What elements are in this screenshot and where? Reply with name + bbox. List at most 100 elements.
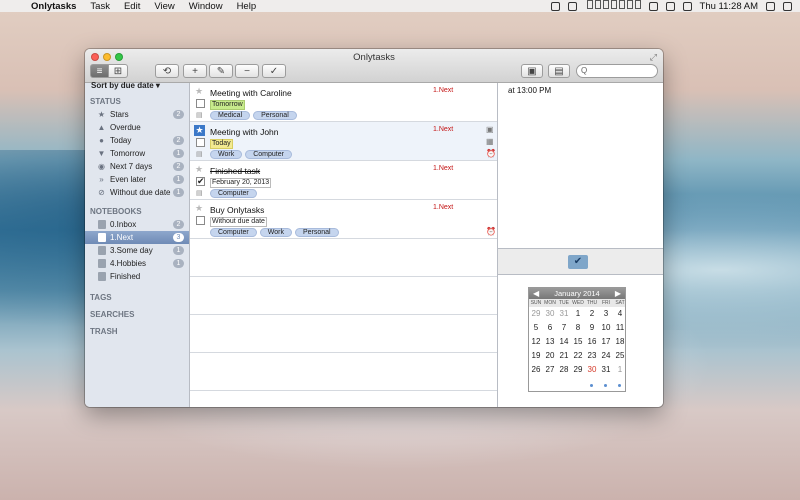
calendar-day[interactable]: 22 <box>571 349 585 363</box>
calendar-day[interactable]: 25 <box>613 349 627 363</box>
task-checkbox[interactable] <box>196 216 205 225</box>
sort-menu[interactable]: Sort by due date ▾ <box>85 81 189 92</box>
menu-help[interactable]: Help <box>237 1 257 12</box>
sidebar-item-overdue[interactable]: ▲ Overdue <box>85 121 189 134</box>
calendar-day[interactable]: 3 <box>599 307 613 321</box>
task-row[interactable]: ★ ▤ Meeting with Caroline 1.Next Tomorro… <box>190 83 497 122</box>
sidebar-item-next-7-days[interactable]: ◉ Next 7 days 2 <box>85 160 189 173</box>
add-task-button[interactable]: + <box>183 64 207 78</box>
fullscreen-icon[interactable]: ⤢ <box>650 52 657 63</box>
star-icon[interactable]: ★ <box>195 86 203 97</box>
tag[interactable]: Medical <box>210 111 251 120</box>
task-row[interactable]: ★ Buy Onlytasks 1.Next Without due date … <box>190 200 497 239</box>
calendar-day[interactable]: 13 <box>543 335 557 349</box>
wifi-icon[interactable] <box>648 1 658 11</box>
key-icon[interactable] <box>550 1 560 11</box>
calendar-day[interactable]: 28 <box>557 363 571 377</box>
status-header[interactable]: STATUS <box>85 97 189 108</box>
tag[interactable]: Computer <box>245 150 292 159</box>
calendar-day[interactable]: 19 <box>529 349 543 363</box>
tag[interactable]: Computer <box>210 189 257 198</box>
calendar-day[interactable]: 2 <box>585 307 599 321</box>
calendar-day[interactable]: 15 <box>571 335 585 349</box>
calendar-day[interactable]: 6 <box>543 321 557 335</box>
star-icon[interactable]: ★ <box>195 203 203 214</box>
task-row[interactable]: ★ ▤ Meeting with John 1.Next Today Work … <box>190 122 497 161</box>
calendar-day[interactable]: 21 <box>557 349 571 363</box>
sidebar-item-stars[interactable]: ★ Stars 2 <box>85 108 189 121</box>
volume-icon[interactable] <box>665 1 675 11</box>
next-month-icon[interactable]: ▶ <box>615 288 621 299</box>
sync-button[interactable]: ⟲ <box>155 64 179 78</box>
calendar-day[interactable]: 5 <box>529 321 543 335</box>
trash-header[interactable]: TRASH <box>85 327 189 338</box>
sidebar-item-next[interactable]: 1.Next 3 <box>85 231 189 244</box>
calendar-day[interactable]: 12 <box>529 335 543 349</box>
star-icon[interactable]: ★ <box>195 164 203 175</box>
calendar-day[interactable]: 18 <box>613 335 627 349</box>
calendar-day[interactable]: 7 <box>557 321 571 335</box>
calendar-day-today[interactable]: 30 <box>585 363 599 377</box>
star-icon[interactable]: ★ <box>194 125 205 136</box>
calendar-day[interactable]: 30 <box>543 307 557 321</box>
task-checkbox[interactable]: ✔ <box>196 177 205 186</box>
sidebar-item-tomorrow[interactable]: ▼ Tomorrow 1 <box>85 147 189 160</box>
task-checkbox[interactable] <box>196 99 205 108</box>
sidebar-item-finished[interactable]: Finished <box>85 270 189 283</box>
calendar-day[interactable]: 14 <box>557 335 571 349</box>
calendar-day[interactable]: 8 <box>571 321 585 335</box>
battery-icon[interactable] <box>682 1 692 11</box>
menu-edit[interactable]: Edit <box>124 1 140 12</box>
prev-month-icon[interactable]: ◀ <box>533 288 539 299</box>
folder-icon[interactable]: ✔ <box>568 255 588 269</box>
tag[interactable]: Work <box>259 228 292 237</box>
menu-task[interactable]: Task <box>90 1 110 12</box>
calendar-day[interactable]: 31 <box>557 307 571 321</box>
calendar-day[interactable]: 11 <box>613 321 627 335</box>
task-checkbox[interactable] <box>196 138 205 147</box>
tag[interactable]: Computer <box>210 228 257 237</box>
calendar-day[interactable]: 27 <box>543 363 557 377</box>
spotlight-icon[interactable] <box>766 1 775 11</box>
calendar-day[interactable]: 24 <box>599 349 613 363</box>
sidebar-item-without-due-date[interactable]: ⊘ Without due date 1 <box>85 186 189 199</box>
tag[interactable]: Personal <box>294 228 339 237</box>
grid-view-button[interactable]: ⊞ <box>109 64 128 78</box>
calendar-day[interactable]: 29 <box>571 363 585 377</box>
search-input[interactable]: Q <box>576 64 658 78</box>
complete-task-button[interactable]: ✓ <box>262 64 286 78</box>
briefcase-icon[interactable] <box>567 1 577 11</box>
calendar-day[interactable]: 4 <box>613 307 627 321</box>
calendar-day[interactable]: 17 <box>599 335 613 349</box>
task-detail-pane[interactable]: at 13:00 PM <box>498 83 663 249</box>
calendar-day[interactable]: 10 <box>599 321 613 335</box>
calendar-day[interactable]: 1 <box>571 307 585 321</box>
calendar-day[interactable]: 26 <box>529 363 543 377</box>
edit-task-button[interactable]: ✎ <box>209 64 233 78</box>
menu-window[interactable]: Window <box>189 1 223 12</box>
sidebar-item-today[interactable]: ● Today 2 <box>85 134 189 147</box>
task-row[interactable]: ★ ✔ ▤ Finished task 1.Next February 20, … <box>190 161 497 200</box>
menubar-clock[interactable]: Thu 11:28 AM <box>700 1 758 12</box>
menu-view[interactable]: View <box>154 1 174 12</box>
tag[interactable]: Personal <box>253 111 297 120</box>
remove-task-button[interactable]: − <box>235 64 259 78</box>
calendar-day[interactable]: 20 <box>543 349 557 363</box>
calendar-day[interactable]: 9 <box>585 321 599 335</box>
calendar-day[interactable]: 31 <box>599 363 613 377</box>
sidebar-item-even-later[interactable]: » Even later 1 <box>85 173 189 186</box>
list-view-button[interactable]: ≡ <box>90 64 109 78</box>
tag[interactable]: Work <box>210 150 243 159</box>
sidebar-item-some-day[interactable]: 3.Some day 1 <box>85 244 189 257</box>
sidebar-item-hobbies[interactable]: 4.Hobbies 1 <box>85 257 189 270</box>
calendar-day[interactable]: 29 <box>529 307 543 321</box>
notebooks-header[interactable]: NOTEBOOKS <box>85 207 189 218</box>
notification-icon[interactable] <box>783 1 792 11</box>
notes-button[interactable]: ▤ <box>548 64 570 78</box>
searches-header[interactable]: SEARCHES <box>85 310 189 321</box>
calendar-day[interactable]: 16 <box>585 335 599 349</box>
calendar-day[interactable]: 23 <box>585 349 599 363</box>
app-menu[interactable]: Onlytasks <box>31 1 76 12</box>
tags-header[interactable]: TAGS <box>85 293 189 304</box>
sidebar-item-inbox[interactable]: 0.Inbox 2 <box>85 218 189 231</box>
